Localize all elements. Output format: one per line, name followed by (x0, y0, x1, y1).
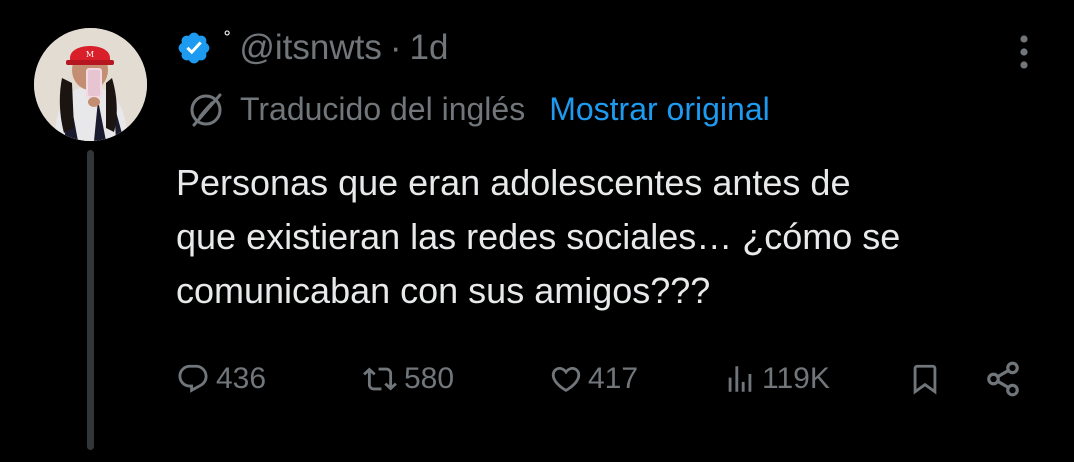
bookmark-icon (913, 364, 937, 395)
tweet-action-bar: 436 580 417 119K (176, 356, 1036, 402)
display-name[interactable]: ˚ (224, 28, 231, 54)
like-button[interactable]: 417 (548, 356, 638, 402)
verified-badge-icon (176, 30, 212, 66)
thread-line (87, 150, 94, 450)
share-button[interactable] (984, 356, 1022, 402)
retweet-icon (363, 367, 397, 391)
user-handle[interactable]: @itsnwts (239, 28, 382, 68)
tweet-header: ˚ @itsnwts · 1d (176, 26, 448, 70)
avatar-photo: M (34, 28, 147, 141)
retweet-button[interactable]: 580 (358, 356, 454, 402)
translation-row: Traducido del inglés Mostrar original (186, 86, 770, 132)
tweet-text-line: Personas que eran adolescentes antes de (176, 162, 851, 203)
separator-dot: · (389, 28, 402, 67)
tweet-text: Personas que eran adolescentes antes de … (176, 156, 1036, 318)
heart-icon (551, 366, 581, 392)
retweet-count: 580 (404, 362, 455, 395)
reply-count: 436 (216, 362, 267, 395)
svg-text:M: M (86, 50, 94, 59)
views-bar-icon (728, 366, 752, 392)
like-count: 417 (588, 362, 639, 395)
avatar[interactable]: M (34, 28, 147, 141)
show-original-link[interactable]: Mostrar original (549, 91, 770, 128)
views-count: 119K (762, 362, 830, 395)
views-button[interactable]: 119K (722, 356, 830, 402)
bookmark-button[interactable] (908, 356, 942, 402)
tweet-timestamp[interactable]: 1d (409, 28, 448, 68)
reply-button[interactable]: 436 (176, 356, 266, 402)
translated-from-label: Traducido del inglés (240, 90, 526, 127)
tweet-text-line: comunicaban con sus amigos??? (176, 270, 711, 311)
more-options-icon[interactable] (1010, 32, 1038, 72)
translate-globe-icon (186, 89, 226, 129)
share-icon (987, 361, 1019, 397)
reply-bubble-icon (178, 364, 208, 393)
tweet-text-line: que existieran las redes sociales… ¿cómo… (176, 216, 901, 257)
